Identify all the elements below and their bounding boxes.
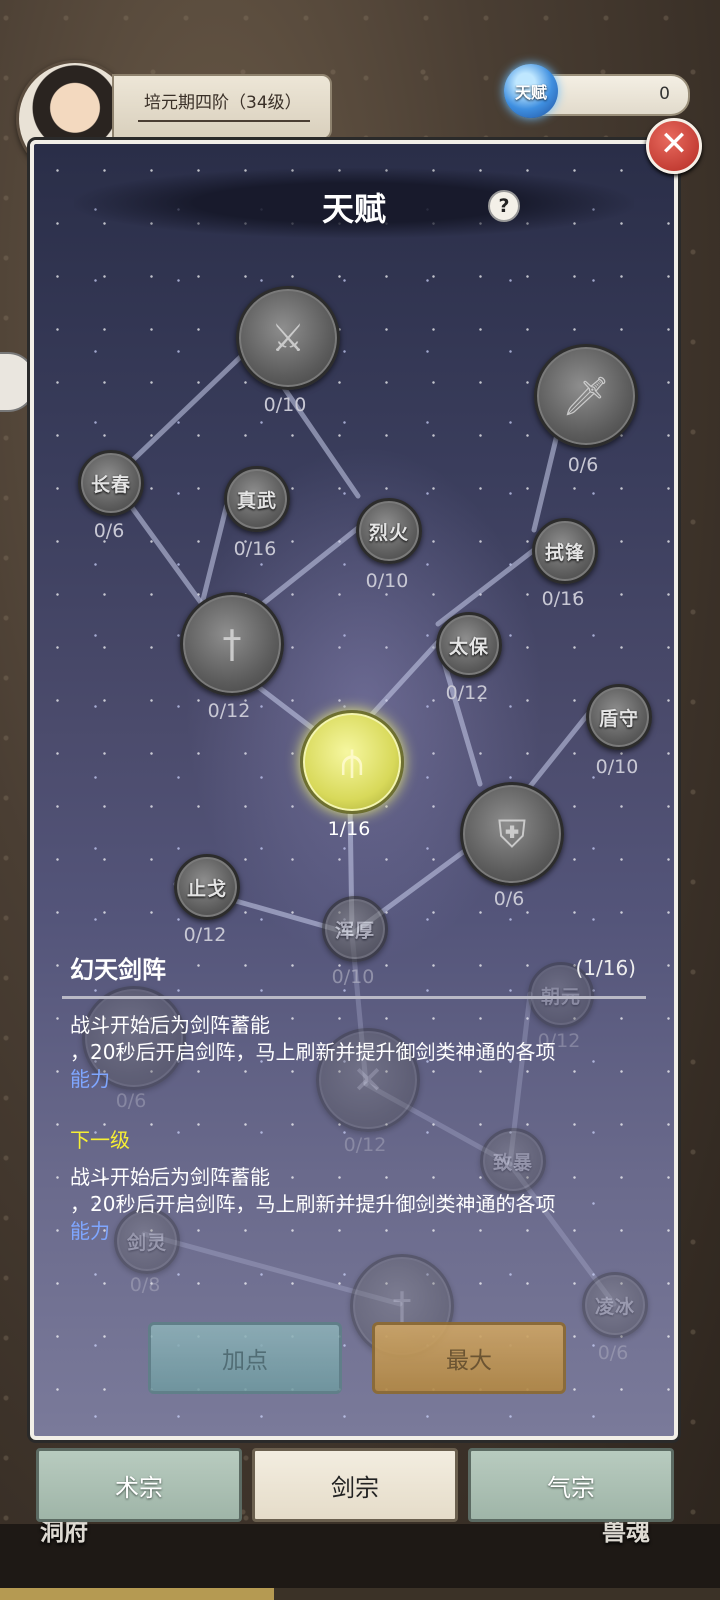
talent-count: 0/12 [183,924,227,946]
talent-count: 0/12 [445,682,489,704]
talent-node-liehuo[interactable]: 烈火 [356,498,422,564]
talent-node-sword-slash[interactable]: ⚔ [236,286,340,390]
max-button[interactable]: 最大 [372,1322,566,1394]
talent-count: 0/8 [129,1274,161,1296]
talent-node-label: 长春 [90,473,131,496]
talent-node-label: 太保 [448,635,489,658]
talent-count: 0/6 [93,520,125,542]
talent-count: 0/10 [595,756,639,778]
talent-node-shield[interactable]: ⛨ [460,782,564,886]
tab-shuzong[interactable]: 术宗 [36,1448,242,1522]
current-effect-line: 战斗开始后为剑阵蓄能 [70,1013,270,1037]
close-icon: ✕ [659,124,689,164]
next-effect: 战斗开始后为剑阵蓄能 ，20秒后开启剑阵，马上刷新并提升御剑类神通的各项 能力 [70,1164,650,1245]
sword-slash-icon: ⚔ [270,316,306,360]
next-effect-line: 能力 [70,1219,110,1243]
sword-icon: † [222,622,242,666]
talent-count: 0/12 [343,1134,387,1156]
realm-box: 培元期四阶（34级） [112,74,332,140]
talent-node-label: 止戈 [186,877,227,900]
talent-node-dunshou[interactable]: 盾守 [586,684,652,750]
exp-progress-bar [0,1588,720,1600]
talent-count: 0/6 [597,1342,629,1364]
talent-node-shifeng[interactable]: 拭锋 [532,518,598,584]
tab-jianzong[interactable]: 剑宗 [252,1448,458,1522]
talent-node-zhige[interactable]: 止戈 [174,854,240,920]
current-effect-line: 能力 [70,1067,110,1091]
talent-count: 1/16 [327,818,371,840]
talent-count: 0/10 [331,966,375,988]
close-button[interactable]: ✕ [646,118,702,174]
talent-count: 0/16 [541,588,585,610]
current-effect: 战斗开始后为剑阵蓄能 ，20秒后开启剑阵，马上刷新并提升御剑类神通的各项 能力 [70,1012,650,1093]
talent-node-label: 朝元 [540,985,581,1008]
next-effect-line: ，20秒后开启剑阵，马上刷新并提升御剑类神通的各项 [70,1192,556,1216]
next-level-label: 下一级 [70,1128,130,1152]
sect-tabs: 术宗 剑宗 气宗 [30,1444,678,1524]
triple-swords-icon: ⫛ [340,739,364,784]
talent-count: 0/16 [233,538,277,560]
description-divider [62,996,646,999]
add-point-button[interactable]: 加点 [148,1322,342,1394]
talent-count: 0/6 [115,1090,147,1112]
talent-node-label: 真武 [236,489,277,512]
talent-count: 0/10 [263,394,307,416]
tab-qizong[interactable]: 气宗 [468,1448,674,1522]
realm-divider [138,120,310,122]
talent-node-label: 浑厚 [334,919,375,942]
talent-orb-label: 天赋 [514,83,547,102]
exp-progress-fill [0,1588,274,1600]
link [521,711,591,797]
talent-node-sword[interactable]: † [180,592,284,696]
talent-node-huantian-jianzhen[interactable]: ⫛ [300,710,404,814]
talent-node-changchun[interactable]: 长春 [78,450,144,516]
talent-count: 0/10 [365,570,409,592]
talent-level: (1/16) [575,956,636,980]
talent-node-label: 盾守 [598,707,639,730]
talent-count: 0/12 [207,700,251,722]
talent-node-dagger[interactable]: 🗡 [534,344,638,448]
talent-node-label: 拭锋 [544,541,585,564]
talent-panel: 天赋 ? ⚔ 0/10 🗡 0/6 长春 0/6 真武 0/16 烈火 0/10… [30,140,678,1440]
dagger-icon: 🗡 [561,373,611,418]
talent-node-label: 烈火 [368,521,409,544]
talent-count: 0/6 [493,888,525,910]
talent-node-hunhou[interactable]: 浑厚 [322,896,388,962]
talent-node-zhenwu[interactable]: 真武 [224,466,290,532]
link [435,547,537,627]
talent-name: 幻天剑阵 [70,956,166,984]
talent-count: 0/6 [567,454,599,476]
talent-orb-icon: 天赋 [504,64,558,118]
next-effect-line: 战斗开始后为剑阵蓄能 [70,1165,270,1189]
talent-node-taibao[interactable]: 太保 [436,612,502,678]
current-effect-line: ，20秒后开启剑阵，马上刷新并提升御剑类神通的各项 [70,1040,556,1064]
talent-node-lingbing[interactable]: 凌冰 [582,1272,648,1338]
talent-node-label: 凌冰 [594,1295,635,1318]
shield-icon: ⛨ [497,811,527,856]
talent-points-value: 0 [659,84,670,104]
realm-label: 培元期四阶（34级） [144,93,302,113]
